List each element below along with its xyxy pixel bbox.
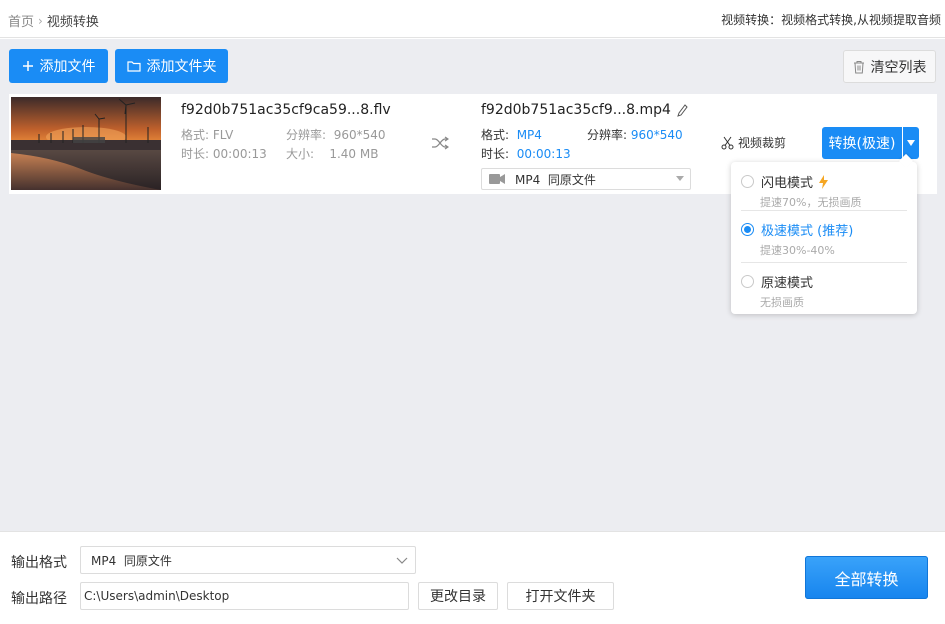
convert-all-button[interactable]: 全部转换 — [805, 556, 928, 599]
source-resolution: 分辨率: 960*540 — [286, 126, 386, 143]
dropdown-arrow-icon — [907, 140, 915, 146]
clear-list-button[interactable]: 清空列表 — [843, 50, 936, 83]
target-duration: 时长: 00:00:13 — [481, 145, 571, 162]
target-format-select[interactable]: MP4 同原文件 — [481, 168, 691, 190]
video-cut-label: 视频裁剪 — [738, 136, 787, 150]
shuffle-icon — [432, 136, 449, 150]
output-format-label: 输出格式 — [11, 555, 67, 571]
scissors-icon — [721, 136, 734, 149]
target-file-name-row: f92d0b751ac35cf9...8.mp4 — [481, 102, 688, 118]
source-duration-label: 时长: — [181, 147, 210, 161]
mode-option-fast[interactable]: 极速模式 (推荐) 提速30%-40% — [741, 220, 907, 258]
source-file-name: f92d0b751ac35cf9ca59...8.flv — [181, 102, 391, 118]
source-duration-value: 00:00:13 — [212, 147, 267, 161]
source-resolution-value: 960*540 — [333, 128, 386, 142]
divider — [741, 262, 907, 263]
target-format-label: 格式: — [481, 128, 510, 142]
open-folder-button[interactable]: 打开文件夹 — [507, 582, 614, 610]
lightning-icon — [819, 174, 829, 189]
breadcrumb-current: 视频转换 — [46, 15, 99, 30]
mode-option-lightning[interactable]: 闪电模式 提速70%，无损画质 — [741, 172, 907, 210]
source-format-value: FLV — [212, 128, 234, 142]
output-format-select[interactable]: MP4 同原文件 — [80, 546, 416, 574]
source-resolution-label: 分辨率: — [286, 128, 327, 142]
mode-label: 原速模式 — [761, 276, 814, 291]
target-format-value: MP4 — [516, 128, 542, 142]
source-duration: 时长: 00:00:13 — [181, 145, 267, 162]
add-folder-label: 添加文件夹 — [146, 59, 217, 75]
output-path-input[interactable] — [80, 582, 409, 610]
mode-desc: 无损画质 — [760, 296, 804, 309]
mode-desc: 提速30%-40% — [760, 244, 835, 257]
page-description: 视频转换：视频格式转换,从视频提取音频 — [721, 13, 941, 27]
mode-label: 极速模式 (推荐) — [761, 224, 854, 239]
target-duration-value: 00:00:13 — [516, 147, 571, 161]
chevron-down-icon — [396, 557, 408, 564]
mode-option-original[interactable]: 原速模式 无损画质 — [741, 272, 907, 310]
top-bar: 首页 › 视频转换 视频转换：视频格式转换,从视频提取音频 — [0, 0, 945, 38]
convert-button[interactable]: 转换(极速) — [822, 127, 902, 159]
trash-icon — [853, 60, 864, 73]
output-settings-bar: 输出格式 MP4 同原文件 输出路径 更改目录 打开文件夹 全部转换 — [0, 531, 945, 624]
target-resolution-label: 分辨率: — [587, 128, 628, 142]
source-size-label: 大小: — [286, 147, 315, 161]
file-list-area: 添加文件 添加文件夹 清空列表 f92d0b751ac35cf9ca59...8… — [0, 39, 945, 531]
target-file-name: f92d0b751ac35cf9...8.mp4 — [481, 102, 671, 118]
add-file-label: 添加文件 — [39, 59, 96, 75]
output-format-value: MP4 同原文件 — [91, 553, 172, 568]
target-resolution-value: 960*540 — [630, 128, 683, 142]
change-directory-button[interactable]: 更改目录 — [418, 582, 498, 610]
output-path-label: 输出路径 — [11, 591, 67, 607]
add-file-button[interactable]: 添加文件 — [9, 49, 108, 83]
add-folder-button[interactable]: 添加文件夹 — [115, 49, 228, 83]
chevron-right-icon: › — [38, 13, 43, 28]
clear-list-label: 清空列表 — [870, 59, 927, 76]
mode-desc: 提速70%，无损画质 — [760, 196, 862, 209]
breadcrumb: 首页 › 视频转换 — [8, 11, 99, 31]
radio-icon — [741, 275, 754, 288]
convert-mode-menu: 闪电模式 提速70%，无损画质 极速模式 (推荐) 提速30%-40% 原速模式… — [731, 162, 917, 314]
radio-icon — [741, 175, 754, 188]
target-resolution: 分辨率: 960*540 — [587, 126, 683, 143]
source-size-value: 1.40 MB — [329, 147, 379, 161]
divider — [741, 210, 907, 211]
target-format: 格式: MP4 — [481, 126, 542, 143]
breadcrumb-home[interactable]: 首页 — [8, 11, 34, 30]
source-size: 大小: 1.40 MB — [286, 145, 378, 162]
source-format-label: 格式: — [181, 128, 210, 142]
plus-icon — [22, 61, 33, 71]
dropdown-arrow-icon — [676, 176, 684, 181]
target-duration-label: 时长: — [481, 147, 510, 161]
radio-icon — [741, 223, 754, 236]
video-thumbnail — [11, 97, 161, 190]
mode-label: 闪电模式 — [761, 176, 814, 191]
pencil-icon[interactable] — [677, 103, 688, 117]
video-cut-button[interactable]: 视频裁剪 — [721, 134, 786, 151]
target-format-select-value: MP4 同原文件 — [515, 172, 596, 187]
video-camera-icon — [489, 174, 505, 184]
source-format: 格式: FLV — [181, 126, 233, 143]
folder-icon — [126, 61, 141, 72]
